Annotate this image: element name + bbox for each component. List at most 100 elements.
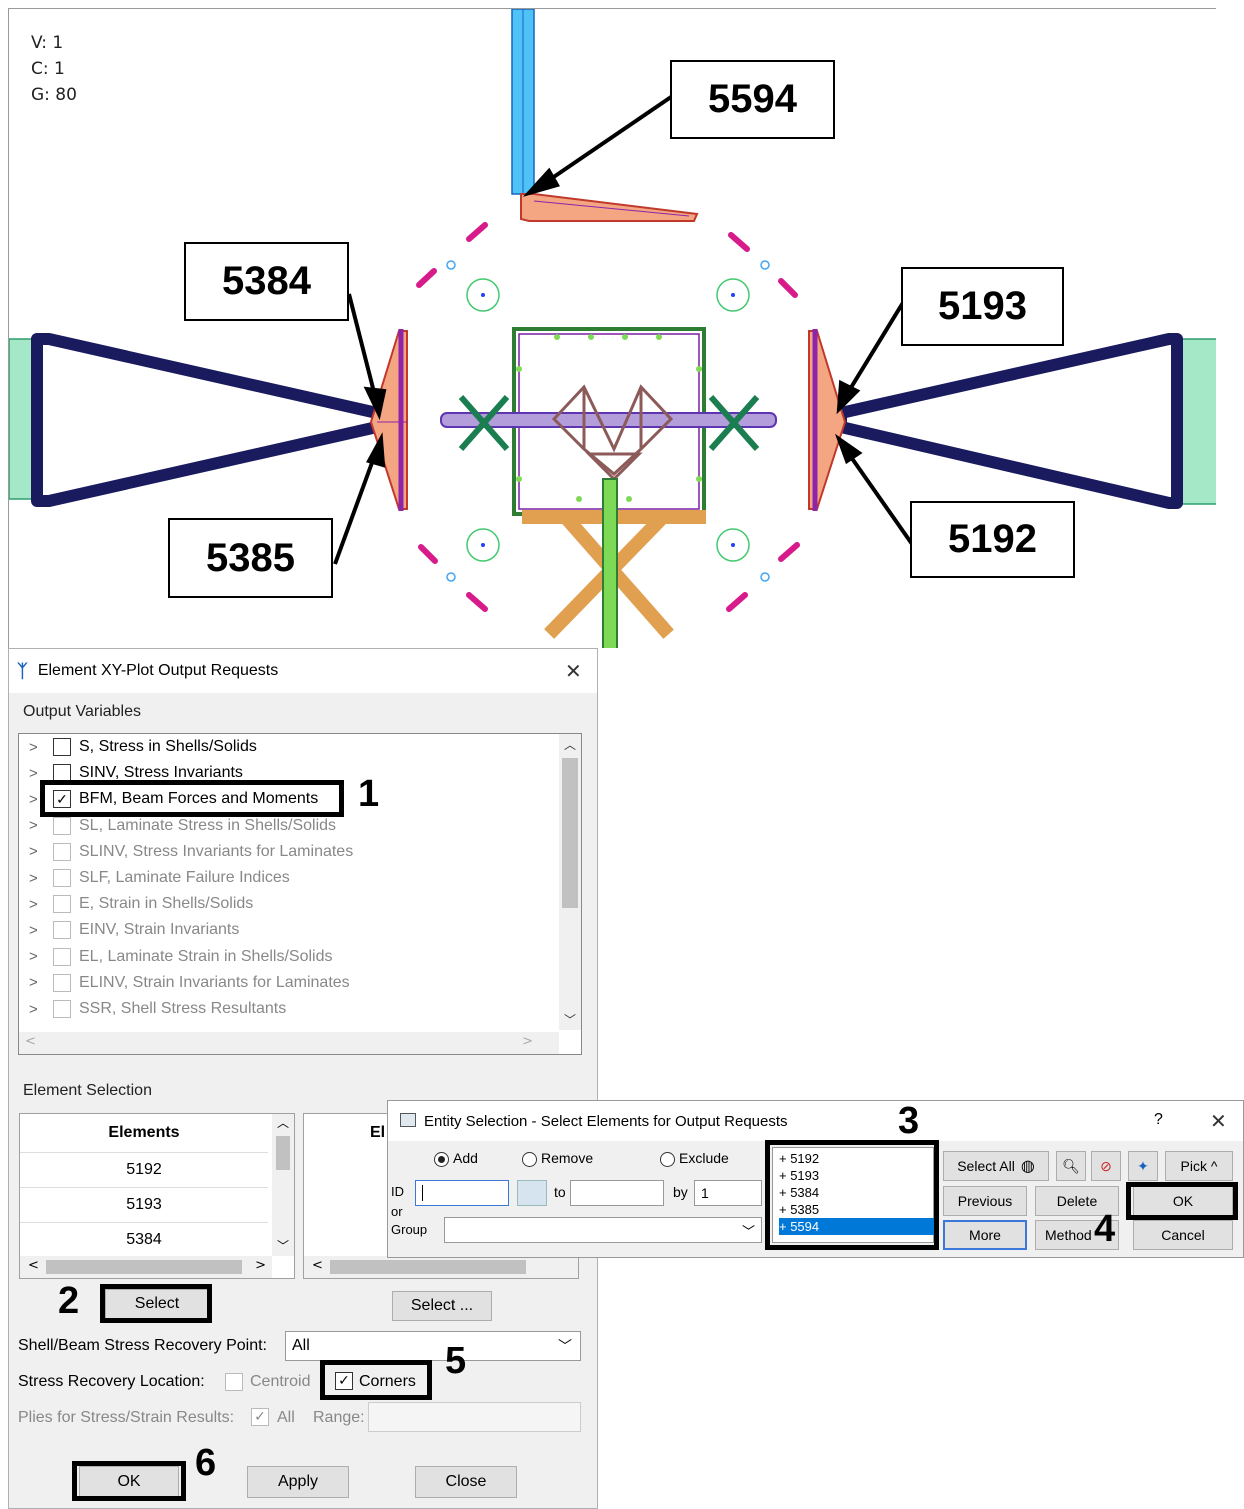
variable-row[interactable]: > EL, Laminate Strain in Shells/Solids: [29, 944, 332, 970]
id-from-input[interactable]: [415, 1180, 509, 1206]
close-icon[interactable]: ✕: [565, 659, 582, 683]
chevron-right-icon[interactable]: >: [29, 948, 47, 965]
zoom-icon[interactable]: 🔍︎: [1056, 1151, 1086, 1181]
chevron-right-icon[interactable]: >: [29, 843, 47, 860]
chevron-right-icon[interactable]: >: [29, 896, 47, 913]
close-button[interactable]: Close: [415, 1466, 517, 1498]
select-button[interactable]: Select: [105, 1289, 209, 1319]
variable-row[interactable]: > SSR, Shell Stress Resultants: [29, 996, 286, 1022]
select-more-button[interactable]: Select ...: [392, 1291, 492, 1321]
selected-id-item[interactable]: + 5193: [779, 1167, 935, 1184]
elements-vscroll[interactable]: ︿ ﹀: [272, 1114, 294, 1256]
variable-checkbox[interactable]: [53, 816, 71, 835]
cancel-button[interactable]: Cancel: [1133, 1220, 1233, 1250]
chevron-right-icon[interactable]: >: [29, 791, 47, 808]
scroll-thumb[interactable]: [330, 1260, 526, 1274]
filter-icon[interactable]: ⊘: [1091, 1151, 1121, 1181]
variable-checkbox[interactable]: [53, 764, 71, 783]
scroll-up-icon[interactable]: ︿: [559, 736, 581, 753]
chevron-right-icon[interactable]: >: [29, 817, 47, 834]
by-input[interactable]: 1: [694, 1180, 762, 1206]
chevron-right-icon[interactable]: >: [29, 922, 47, 939]
scroll-left-icon[interactable]: <: [312, 1258, 323, 1273]
elements-table[interactable]: Elements 5192 5193 5384 ︿ ﹀ < >: [19, 1113, 295, 1279]
chevron-right-icon[interactable]: >: [29, 1001, 47, 1018]
variable-row[interactable]: > SL, Laminate Stress in Shells/Solids: [29, 813, 336, 839]
elements-hscroll[interactable]: < >: [20, 1256, 272, 1278]
vertical-scrollbar[interactable]: ︿ ﹀: [559, 734, 581, 1030]
variable-row[interactable]: > SLF, Laminate Failure Indices: [29, 865, 290, 891]
variable-row[interactable]: > E, Strain in Shells/Solids: [29, 891, 253, 917]
plies-all-checkbox[interactable]: ✓: [251, 1408, 269, 1426]
selected-id-item[interactable]: + 5594: [779, 1218, 935, 1235]
model-viewport[interactable]: V: 1 C: 1 G: 80 5594 5384 5193 5385 5192: [8, 8, 1216, 648]
scroll-up-icon[interactable]: ︿: [272, 1114, 294, 1131]
entity-ok-button[interactable]: OK: [1133, 1186, 1233, 1216]
variable-checkbox[interactable]: [53, 869, 71, 887]
previous-button[interactable]: Previous: [943, 1186, 1027, 1216]
element-row[interactable]: 5192: [20, 1152, 268, 1187]
select-all-button[interactable]: Select All ◍: [943, 1151, 1049, 1181]
add-radio[interactable]: Add: [434, 1150, 478, 1167]
selected-id-item[interactable]: + 5192: [779, 1150, 935, 1167]
remove-radio[interactable]: Remove: [522, 1150, 593, 1167]
chevron-right-icon[interactable]: >: [29, 870, 47, 887]
variable-checkbox[interactable]: [53, 842, 71, 861]
variable-checkbox[interactable]: [53, 947, 71, 966]
corners-checkbox[interactable]: ✓: [335, 1372, 353, 1390]
scroll-right-icon[interactable]: >: [522, 1034, 533, 1049]
scroll-down-icon[interactable]: ﹀: [559, 1011, 581, 1028]
range-input[interactable]: [368, 1402, 581, 1432]
vertex-count: V: 1: [31, 33, 64, 53]
step-5: 5: [445, 1340, 467, 1382]
element-row[interactable]: 5193: [20, 1187, 268, 1222]
help-icon[interactable]: ?: [1154, 1111, 1163, 1129]
variable-checkbox[interactable]: [53, 738, 71, 756]
selected-id-item[interactable]: + 5384: [779, 1184, 935, 1201]
scroll-thumb[interactable]: [46, 1260, 242, 1274]
elements-hscroll-2[interactable]: <: [304, 1256, 578, 1278]
variable-checkbox[interactable]: ✓: [53, 790, 71, 809]
chevron-right-icon[interactable]: >: [29, 739, 47, 756]
group-select[interactable]: ﹀: [444, 1217, 762, 1243]
selected-ids-list[interactable]: + 5192 + 5193 + 5384 + 5385 + 5594: [772, 1147, 935, 1243]
variable-label: S, Stress in Shells/Solids: [79, 738, 257, 755]
pick-button[interactable]: Pick ^: [1165, 1151, 1233, 1181]
scroll-down-icon[interactable]: ﹀: [272, 1237, 294, 1254]
variable-row[interactable]: > ELINV, Strain Invariants for Laminates: [29, 970, 350, 996]
variable-checkbox[interactable]: [53, 895, 71, 914]
selected-id-item[interactable]: + 5385: [779, 1201, 935, 1218]
scroll-left-icon[interactable]: <: [28, 1258, 39, 1273]
variable-row[interactable]: > EINV, Strain Invariants: [29, 917, 239, 943]
chevron-right-icon[interactable]: >: [29, 974, 47, 991]
variable-row[interactable]: > SINV, Stress Invariants: [29, 760, 243, 786]
variable-label: SLINV, Stress Invariants for Laminates: [79, 842, 354, 860]
scroll-thumb[interactable]: [562, 758, 578, 908]
apply-button[interactable]: Apply: [247, 1466, 349, 1498]
element-row[interactable]: 5384: [20, 1222, 268, 1257]
variable-row[interactable]: > ✓ BFM, Beam Forces and Moments: [29, 786, 318, 812]
highlight-icon[interactable]: ✦: [1128, 1151, 1158, 1181]
scroll-thumb[interactable]: [276, 1136, 290, 1170]
ok-button[interactable]: OK: [79, 1466, 179, 1498]
output-variables-list[interactable]: > S, Stress in Shells/Solids > SINV, Stress…: [18, 733, 582, 1055]
exclude-radio[interactable]: Exclude: [660, 1150, 729, 1167]
variable-row[interactable]: > SLINV, Stress Invariants for Laminates: [29, 839, 353, 865]
clipboard-icon[interactable]: [517, 1180, 547, 1206]
recovery-point-select[interactable]: All ﹀: [285, 1331, 581, 1361]
chevron-right-icon[interactable]: >: [29, 765, 47, 782]
centroid-checkbox[interactable]: [225, 1373, 243, 1391]
variable-checkbox[interactable]: [53, 921, 71, 940]
scroll-left-icon[interactable]: <: [25, 1034, 36, 1049]
scroll-right-icon[interactable]: >: [255, 1258, 266, 1273]
element-5594-shape: [520, 193, 699, 222]
variable-label: ELINV, Strain Invariants for Laminates: [79, 973, 350, 991]
more-button[interactable]: More: [943, 1220, 1027, 1250]
variable-checkbox[interactable]: [53, 973, 71, 992]
callout-5193: 5193: [901, 267, 1064, 346]
variable-checkbox[interactable]: [53, 1000, 71, 1018]
id-to-input[interactable]: [570, 1180, 664, 1206]
close-icon[interactable]: ✕: [1210, 1109, 1227, 1133]
horizontal-scrollbar[interactable]: < >: [19, 1032, 559, 1054]
variable-row[interactable]: > S, Stress in Shells/Solids: [29, 734, 257, 760]
